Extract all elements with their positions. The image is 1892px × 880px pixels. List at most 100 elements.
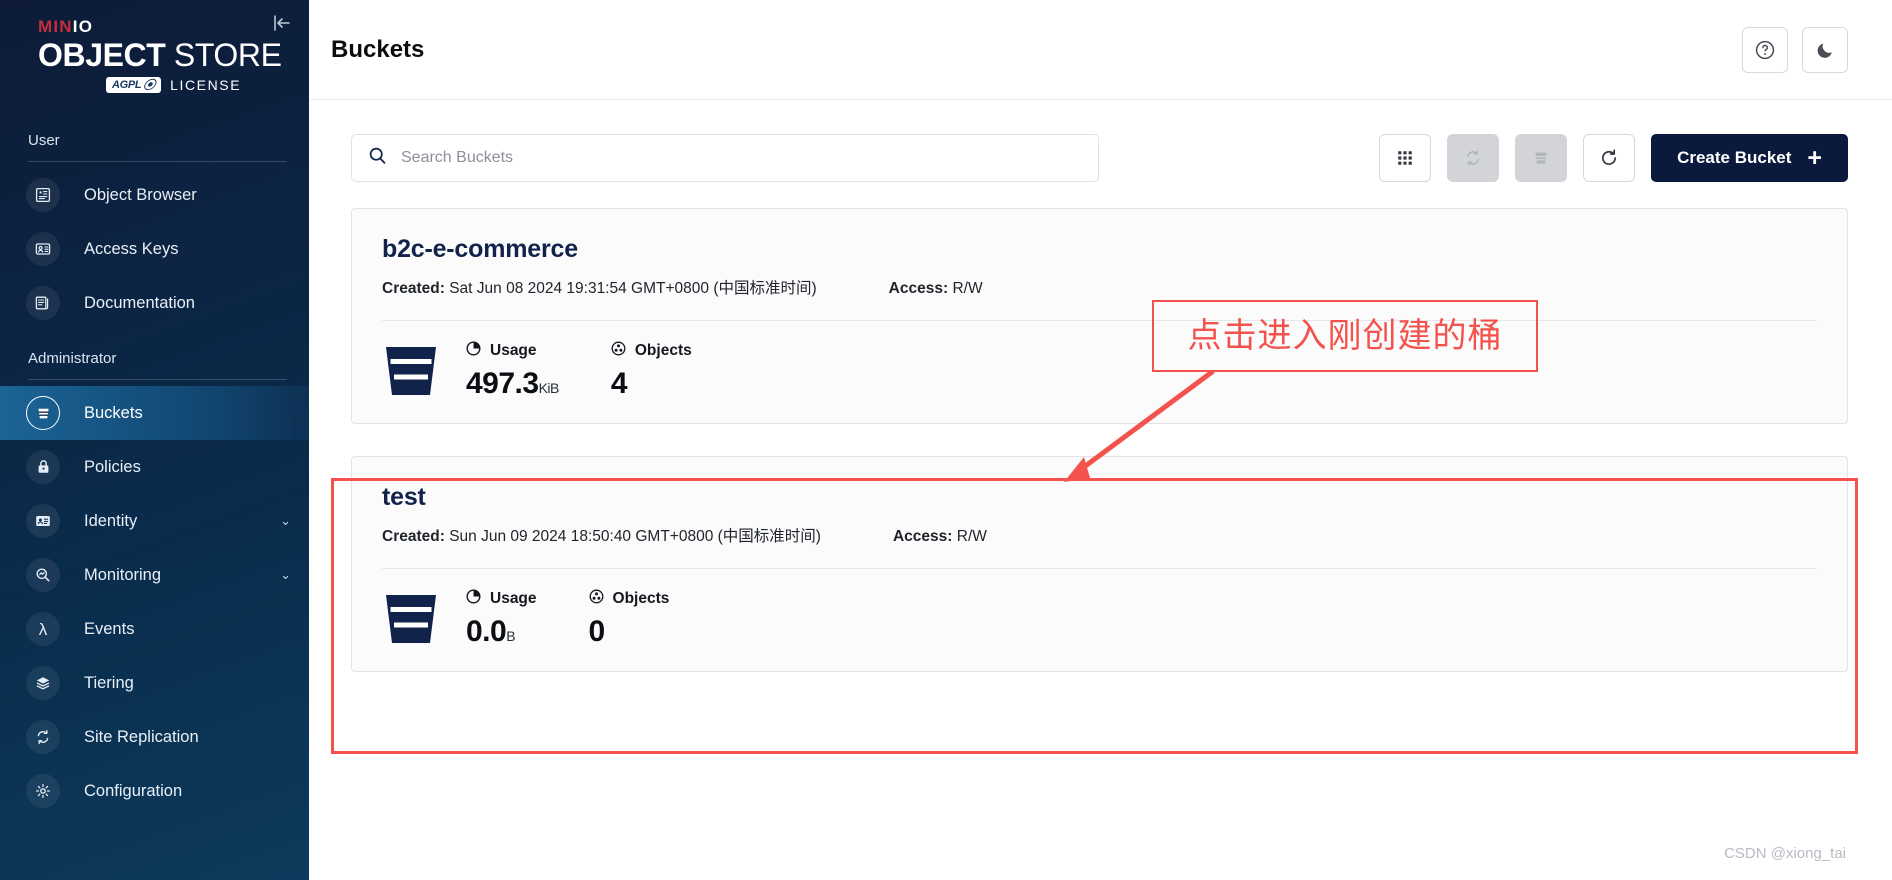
sidebar-logo[interactable]: MINIO OBJECT STORE AGPL ⦿ LICENSE (0, 0, 309, 112)
sidebar-section-user: User Object Browser Access Keys Document… (0, 132, 309, 330)
usage-unit: KiB (538, 380, 560, 396)
page-content: Create Bucket + b2c-e-commerce Created: … (309, 100, 1892, 672)
create-bucket-label: Create Bucket (1677, 148, 1792, 167)
bucket-stats: Usage 0.0B Objects 0 (382, 589, 1817, 649)
bucket-glyph-icon (382, 591, 440, 647)
brand-store: STORE (165, 37, 282, 73)
bucket-usage-stat: Usage 0.0B (466, 589, 537, 649)
sidebar-item-label: Buckets (84, 403, 143, 422)
monitoring-magnifier-icon (26, 558, 60, 592)
bucket-access: Access: R/W (889, 280, 983, 298)
grid-view-icon[interactable] (1379, 134, 1432, 182)
sidebar-item-label: Policies (84, 457, 141, 476)
sidebar-item-label: Access Keys (84, 239, 179, 258)
search-icon (368, 146, 387, 170)
card-divider (382, 568, 1817, 569)
sidebar-item-object-browser[interactable]: Object Browser (0, 168, 309, 222)
usage-value-row: 0.0B (466, 615, 537, 649)
sidebar-section-label-administrator: Administrator (28, 350, 117, 367)
sidebar-item-access-keys[interactable]: Access Keys (0, 222, 309, 276)
bucket-card[interactable]: test Created: Sun Jun 09 2024 18:50:40 G… (351, 456, 1848, 672)
documentation-icon (26, 286, 60, 320)
collapse-sidebar-icon[interactable] (267, 8, 297, 38)
chevron-down-icon[interactable]: ⌄ (280, 567, 291, 583)
refresh-icon[interactable] (1583, 134, 1636, 182)
objects-icon (611, 341, 626, 361)
bucket-created-label: Created: (382, 280, 445, 297)
bucket-created: Created: Sun Jun 09 2024 18:50:40 GMT+08… (382, 524, 821, 546)
bucket-access-value: R/W (956, 528, 987, 545)
sidebar-item-configuration[interactable]: Configuration (0, 764, 309, 818)
search-input[interactable] (401, 149, 1082, 167)
plus-icon: + (1807, 143, 1822, 172)
sidebar-item-events[interactable]: λ Events (0, 602, 309, 656)
brand-object-store: OBJECT STORE (38, 39, 309, 72)
minio-console-app: MINIO OBJECT STORE AGPL ⦿ LICENSE User O… (0, 0, 1892, 880)
page-title: Buckets (331, 35, 425, 63)
gear-icon (26, 774, 60, 808)
usage-pie-icon (466, 341, 481, 361)
sidebar-item-label: Site Replication (84, 727, 199, 746)
sidebar-item-buckets[interactable]: Buckets (0, 386, 309, 440)
sidebar-item-policies[interactable]: Policies (0, 440, 309, 494)
sidebar-section-label-user: User (28, 132, 60, 149)
sidebar-item-identity[interactable]: Identity ⌄ (0, 494, 309, 548)
usage-pie-icon (466, 589, 481, 609)
annotation-callout-text: 点击进入刚创建的桶 (1187, 317, 1503, 355)
brand-license-row: AGPL ⦿ LICENSE (38, 76, 309, 93)
sidebar-divider-user (28, 161, 287, 162)
bucket-name[interactable]: b2c-e-commerce (382, 235, 1817, 264)
sidebar-item-monitoring[interactable]: Monitoring ⌄ (0, 548, 309, 602)
bucket-card[interactable]: b2c-e-commerce Created: Sat Jun 08 2024 … (351, 208, 1848, 424)
sidebar-section-administrator: Administrator Buckets Policies Identity … (0, 350, 309, 818)
help-circle-icon[interactable] (1742, 26, 1788, 73)
bucket-objects-stat: Objects 0 (588, 589, 669, 649)
agpl-swoosh-icon: ⦿ (141, 77, 157, 92)
chevron-down-icon[interactable]: ⌄ (280, 513, 291, 529)
identity-card-icon (26, 504, 60, 538)
agpl-badge-text: AGPL (112, 79, 142, 92)
sidebar-item-documentation[interactable]: Documentation (0, 276, 309, 330)
sidebar-item-label: Object Browser (84, 185, 197, 204)
bucket-created-value: Sun Jun 09 2024 18:50:40 GMT+0800 (中国标准时… (449, 528, 821, 545)
sidebar-divider-administrator (28, 379, 287, 380)
sidebar-list-administrator: Buckets Policies Identity ⌄ Monitoring ⌄… (0, 386, 309, 818)
objects-value: 0 (588, 615, 606, 648)
watermark: CSDN @xiong_tai (1724, 845, 1846, 862)
bucket-meta: Created: Sun Jun 09 2024 18:50:40 GMT+08… (382, 524, 1817, 546)
brand-minio-min: MIN (38, 17, 73, 36)
lambda-icon: λ (26, 612, 60, 646)
bucket-usage-stat: Usage 497.3KiB (466, 341, 559, 401)
bucket-access-label: Access: (892, 528, 953, 545)
delete-bucket-icon (1515, 134, 1568, 182)
objects-value: 4 (610, 367, 628, 400)
usage-value: 497.3 (466, 367, 539, 400)
objects-head: Objects (611, 341, 692, 361)
bucket-stats: Usage 497.3KiB Objects 4 (382, 341, 1817, 401)
main-panel: Buckets Search Buckets Create Bucket + b… (309, 0, 1892, 880)
create-bucket-button[interactable]: Create Bucket + (1651, 134, 1848, 182)
bucket-created-label: Created: (382, 528, 445, 545)
bucket-name[interactable]: test (382, 483, 1817, 512)
access-keys-icon (26, 232, 60, 266)
dark-mode-moon-icon[interactable] (1802, 26, 1848, 73)
lock-icon (26, 450, 60, 484)
bucket-icon (26, 396, 60, 430)
agpl-badge-icon: AGPL ⦿ (106, 76, 162, 93)
bucket-objects-stat: Objects 4 (611, 341, 692, 401)
objects-label: Objects (634, 342, 692, 359)
buckets-list: b2c-e-commerce Created: Sat Jun 08 2024 … (351, 208, 1848, 672)
sidebar-item-site-replication[interactable]: Site Replication (0, 710, 309, 764)
license-word: LICENSE (170, 76, 242, 93)
layers-icon (26, 666, 60, 700)
bucket-created: Created: Sat Jun 08 2024 19:31:54 GMT+08… (382, 276, 817, 298)
replication-icon (26, 720, 60, 754)
objects-head: Objects (589, 589, 669, 609)
bucket-glyph-icon (382, 343, 440, 399)
search-buckets-box[interactable] (351, 134, 1099, 182)
sidebar-item-label: Events (84, 619, 135, 638)
sidebar-item-label: Tiering (84, 673, 134, 692)
usage-value: 0.0 (466, 615, 507, 648)
sidebar-item-tiering[interactable]: Tiering (0, 656, 309, 710)
usage-unit: B (506, 628, 516, 644)
